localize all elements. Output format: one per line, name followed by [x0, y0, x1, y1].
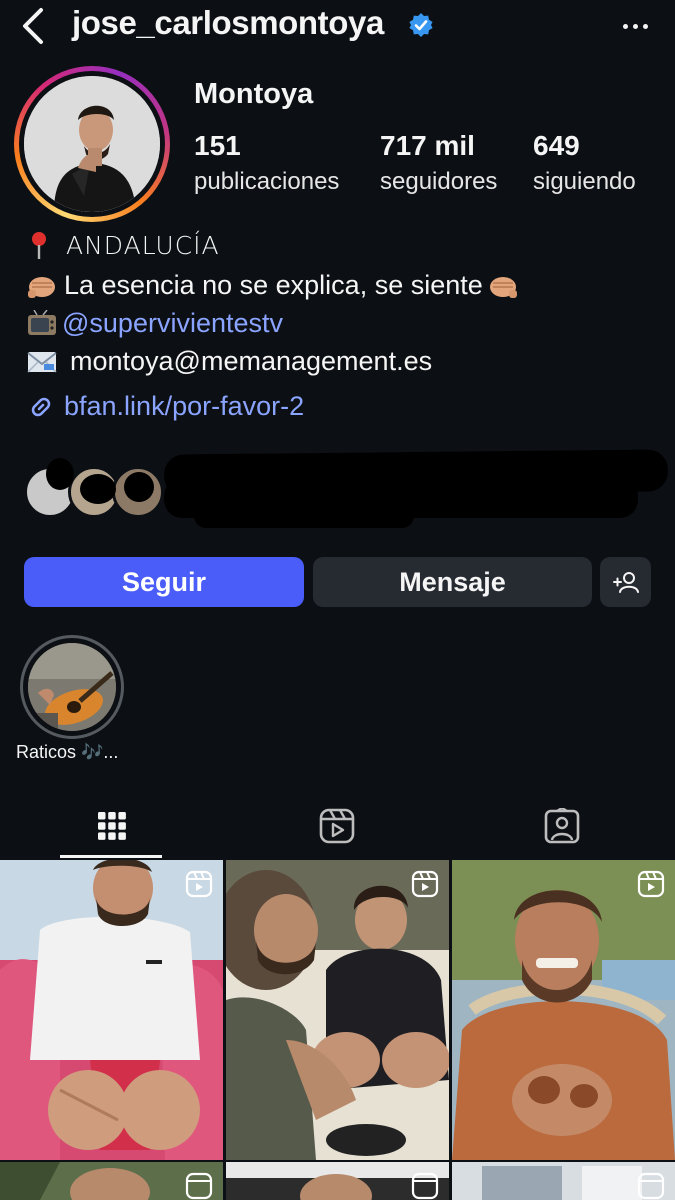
stat-following[interactable]: 649 siguiendo	[533, 130, 636, 196]
fist-emoji-icon	[489, 276, 517, 298]
bio-external-link[interactable]: bfan.link/por-favor-2	[64, 391, 304, 422]
post-tile[interactable]	[0, 860, 223, 1160]
bio-email-line: montoya@memanagement.es	[26, 346, 432, 377]
stat-posts-label: publicaciones	[194, 168, 340, 195]
post-tile[interactable]	[226, 1162, 449, 1200]
highlight-cover	[28, 643, 116, 731]
bio-tagline: La esencia no se explica, se siente	[64, 270, 483, 300]
bio-mention-line: @supervivientestv	[26, 308, 283, 339]
reel-badge-icon	[637, 1172, 665, 1200]
reel-badge-icon	[637, 870, 665, 898]
pin-icon	[32, 232, 46, 259]
back-button[interactable]	[14, 6, 50, 46]
fist-emoji-icon	[28, 276, 55, 298]
avatar-photo	[24, 76, 160, 212]
stat-following-label: siguiendo	[533, 168, 636, 195]
message-button[interactable]: Mensaje	[313, 557, 592, 607]
tab-reels[interactable]	[287, 800, 387, 852]
suggested-users-button[interactable]	[600, 557, 651, 607]
stat-following-value: 649	[533, 130, 580, 161]
link-icon	[31, 397, 51, 416]
profile-avatar-story-ring[interactable]	[14, 66, 170, 222]
grid-icon	[98, 812, 126, 840]
tv-emoji-icon	[28, 309, 56, 335]
stat-followers[interactable]: 717 mil seguidores	[380, 130, 497, 196]
stat-posts: 151 publicaciones	[194, 130, 339, 196]
post-tile[interactable]	[452, 860, 675, 1160]
more-options-button[interactable]	[615, 12, 655, 40]
follow-button[interactable]: Seguir	[24, 557, 304, 607]
stat-followers-value: 717 mil	[380, 130, 475, 161]
more-horizontal-icon	[622, 23, 628, 29]
mutual-followers-row[interactable]	[24, 449, 674, 532]
redaction-mark	[124, 472, 154, 502]
bio-email: montoya@memanagement.es	[70, 346, 433, 376]
story-highlight[interactable]	[20, 635, 124, 739]
bio-location-line: ANDALUCÍA	[26, 230, 220, 260]
stat-posts-value: 151	[194, 130, 241, 161]
tab-posts[interactable]	[62, 800, 162, 852]
active-tab-indicator	[60, 855, 162, 858]
bio-link-line[interactable]: bfan.link/por-favor-2	[26, 391, 304, 422]
envelope-emoji-icon	[27, 351, 57, 373]
post-tile[interactable]	[226, 860, 449, 1160]
highlight-label[interactable]: Raticos 🎶...	[16, 742, 118, 763]
bio-tagline-line: La esencia no se explica, se siente	[26, 270, 519, 301]
reels-icon	[319, 808, 355, 844]
verified-badge-icon	[409, 13, 433, 37]
reel-badge-icon	[185, 870, 213, 898]
redaction-mark	[46, 458, 74, 490]
redaction-mark	[80, 474, 116, 504]
post-tile[interactable]	[452, 1162, 675, 1200]
reel-badge-icon	[411, 1172, 439, 1200]
reel-badge-icon	[185, 1172, 213, 1200]
reel-badge-icon	[411, 870, 439, 898]
avatar	[24, 76, 160, 212]
display-name: Montoya	[194, 78, 314, 110]
person-add-icon	[612, 572, 639, 593]
chevron-left-icon	[23, 8, 43, 44]
bio-mention-link[interactable]: @supervivientestv	[62, 308, 283, 339]
redaction-mark	[194, 502, 414, 528]
tab-tagged[interactable]	[512, 800, 612, 852]
post-tile[interactable]	[0, 1162, 223, 1200]
profile-username: jose_carlosmontoya	[72, 4, 384, 41]
profile-header: jose_carlosmontoya	[0, 0, 675, 56]
bio-location: ANDALUCÍA	[66, 230, 220, 260]
tagged-icon	[544, 808, 580, 844]
stat-followers-label: seguidores	[380, 168, 498, 195]
